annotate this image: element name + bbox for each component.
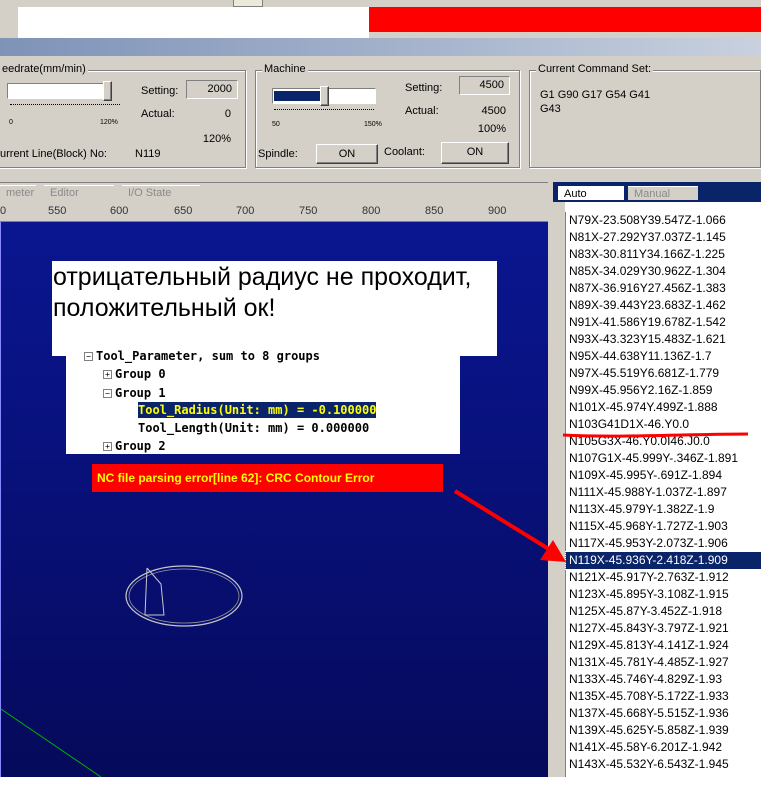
annotation-layer [453,432,749,562]
bottom-strip [0,777,761,792]
underline-annotation [562,432,749,438]
arrow-annotation [453,489,562,558]
arrow-head-icon [540,540,566,562]
